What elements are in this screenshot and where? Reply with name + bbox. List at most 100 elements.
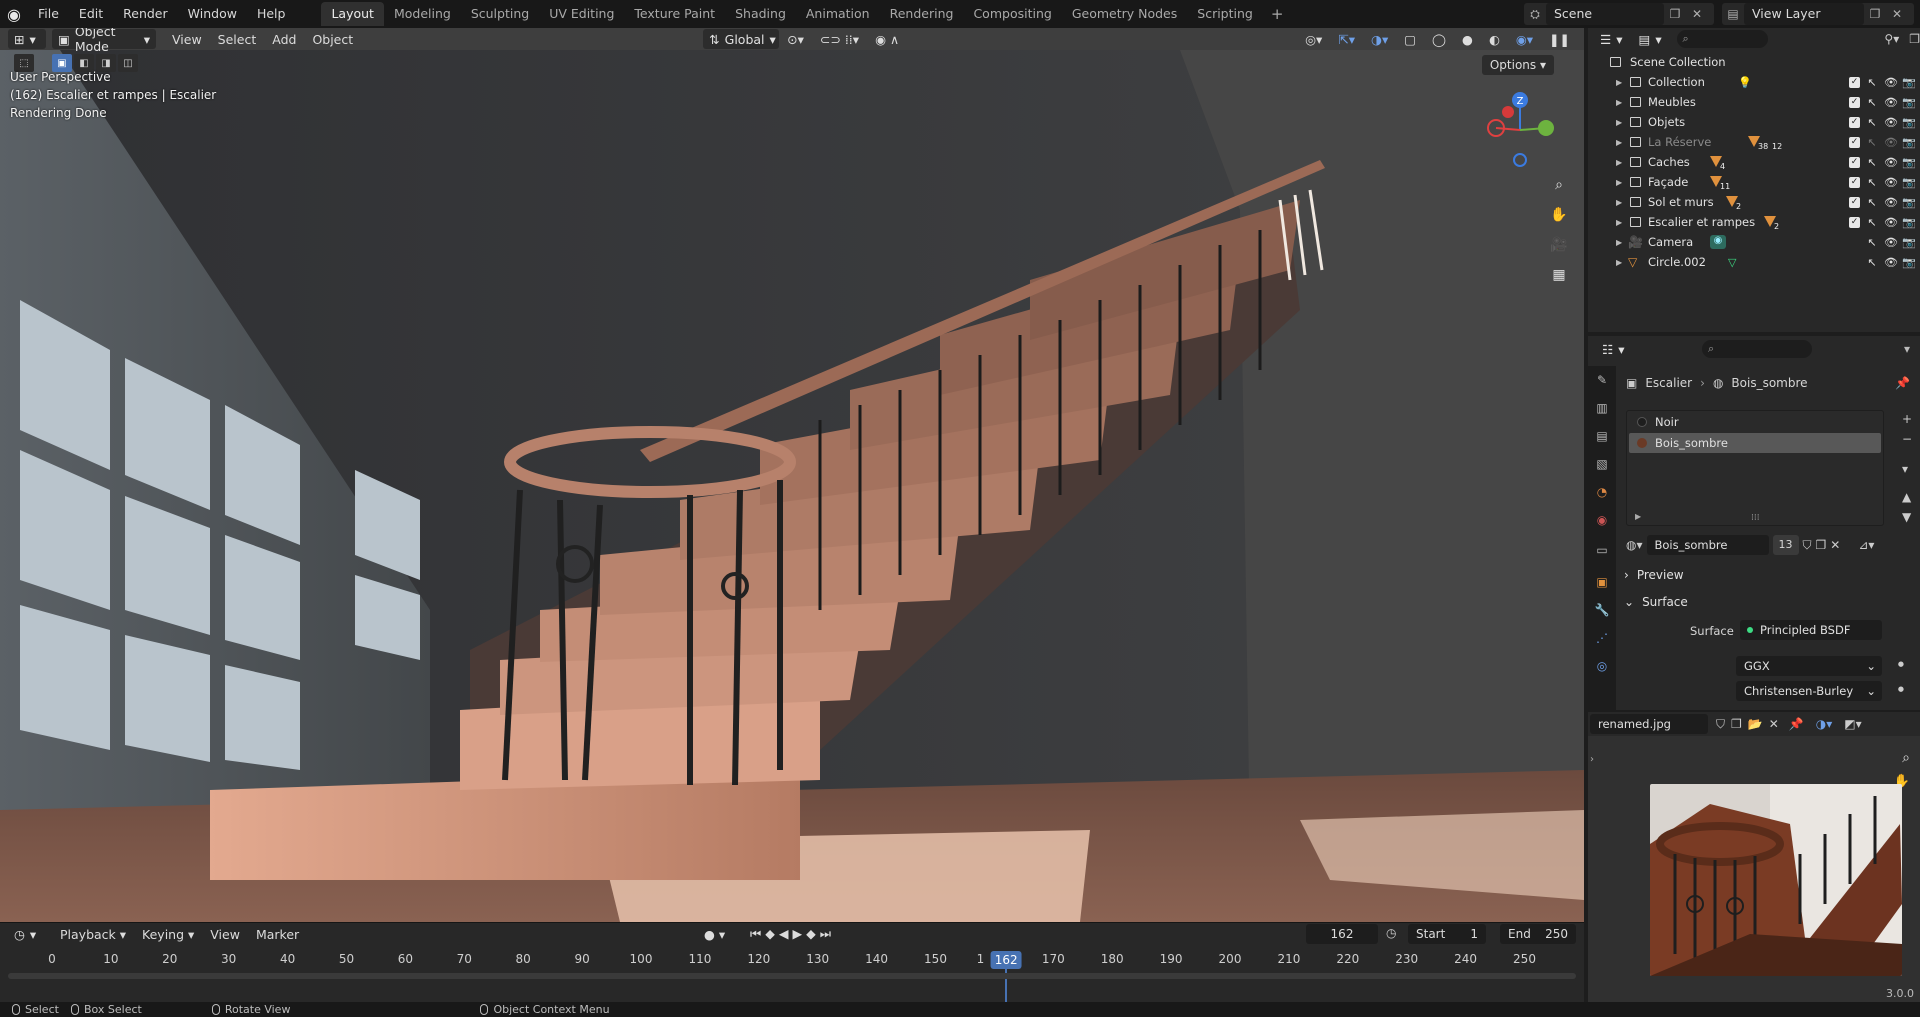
frame-ruler[interactable]: 0 10 20 30 40 50 60 70 80 90 100 110 120 130 140 150 1 17… (0, 949, 1584, 1009)
auto-keying-icon[interactable]: ● ▾ (696, 927, 733, 942)
exclude-checkbox[interactable]: ✓ (1849, 136, 1860, 148)
visibility-icon[interactable]: ◎▾ (1297, 32, 1330, 47)
3d-viewport[interactable]: ⊞ ▾ ▣ Object Mode ▾ View Select Add Objec… (0, 28, 1584, 922)
render-camera-icon[interactable]: 📷 (1902, 176, 1916, 189)
menu-edit[interactable]: Edit (69, 0, 113, 28)
selectable-icon[interactable]: ↖ (1866, 236, 1878, 249)
outliner-row-circle-002[interactable]: ▶ ▽ Circle.002 ▽ ↖ 👁 📷 (1588, 252, 1920, 272)
scene-name[interactable]: Scene (1546, 3, 1664, 25)
expand-arrow-icon[interactable]: ▶ (1616, 98, 1622, 107)
surface-shader-field[interactable]: Principled BSDF (1740, 620, 1882, 640)
outliner-editor-type-dropdown[interactable]: ☰ ▾ (1594, 29, 1629, 49)
preview-range-icon[interactable]: ◷ (1386, 926, 1396, 940)
exclude-checkbox[interactable]: ✓ (1849, 96, 1860, 108)
light-icon[interactable]: 💡 (1738, 76, 1752, 89)
duplicate-image-icon[interactable]: ❐ (1731, 717, 1742, 731)
expand-arrow-icon[interactable]: ▶ (1616, 178, 1622, 187)
exclude-checkbox[interactable]: ✓ (1849, 176, 1860, 188)
overlay-toggle-icon[interactable]: ◑▾ (1363, 32, 1396, 47)
pin-image-icon[interactable]: 📌 (1789, 717, 1804, 731)
frame-cursor[interactable]: 162 (990, 951, 1022, 969)
pan-hand-icon[interactable]: ✋ (1546, 202, 1572, 228)
outliner-row-camera[interactable]: ▶ 🎥 Camera ◉ ↖ 👁 📷 (1588, 232, 1920, 252)
add-workspace-icon[interactable]: + (1263, 5, 1292, 23)
proportional-edit-icon[interactable]: ◉ ∧ (867, 32, 907, 47)
expand-arrow-icon[interactable]: ▶ (1616, 238, 1622, 247)
move-slot-up-icon[interactable]: ▲ (1902, 490, 1912, 504)
unlink-image-icon[interactable]: ✕ (1769, 717, 1779, 731)
select-intersect-icon[interactable]: ◫ (118, 54, 138, 72)
scene-collection-row[interactable]: Scene Collection (1588, 52, 1920, 72)
material-name-field[interactable]: Bois_sombre (1646, 535, 1769, 555)
expand-arrow-icon[interactable]: ▶ (1616, 198, 1622, 207)
rendered-shading-icon[interactable]: ◉▾ (1508, 32, 1541, 47)
timeline-editor-type-dropdown[interactable]: ◷ ▾ (8, 924, 44, 944)
visibility-eye-icon[interactable]: 👁 (1884, 156, 1898, 169)
exclude-checkbox[interactable]: ✓ (1849, 76, 1860, 88)
gizmo-y-axis[interactable] (1538, 120, 1554, 136)
pin-icon[interactable]: 📌 (1895, 376, 1910, 390)
current-frame-field[interactable]: 162 (1306, 924, 1378, 944)
fake-user-icon[interactable]: ⛉ (1803, 538, 1812, 553)
expand-arrow-icon[interactable]: ▶ (1616, 118, 1622, 127)
snap-icon[interactable]: ⊂⊃ ⁞⁞▾ (812, 32, 867, 47)
camera-view-icon[interactable]: 🎥 (1546, 232, 1572, 258)
particles-tab-icon[interactable]: ⋰ (1592, 628, 1612, 648)
object-tab-icon[interactable]: ▣ (1592, 572, 1612, 592)
selectable-icon[interactable]: ↖ (1866, 136, 1878, 149)
render-camera-icon[interactable]: 📷 (1902, 136, 1916, 149)
zoom-icon[interactable]: ⌕ (1546, 172, 1572, 198)
view-layer-selector[interactable]: ▤ View Layer ❐ ✕ (1722, 3, 1914, 25)
header-chevron-icon[interactable]: ▾ (1904, 342, 1910, 356)
wireframe-shading-icon[interactable]: ◯ (1424, 32, 1454, 47)
expand-arrow-icon[interactable]: ▶ (1635, 512, 1641, 521)
modifier-tab-icon[interactable]: 🔧 (1592, 600, 1612, 620)
ortho-grid-icon[interactable]: ▦ (1546, 262, 1572, 288)
menu-view[interactable]: View (164, 32, 210, 47)
render-camera-icon[interactable]: 📷 (1902, 216, 1916, 229)
outliner-row-sol-et-murs[interactable]: ▶ Sol et murs 2 ✓ ↖ 👁 📷 (1588, 192, 1920, 212)
outliner-row-meubles[interactable]: ▶ Meubles ✓ ↖ 👁 📷 (1588, 92, 1920, 112)
menu-marker[interactable]: Marker (248, 927, 307, 942)
tab-compositing[interactable]: Compositing (963, 2, 1061, 26)
filter-icon[interactable]: ⚲▾ (1884, 32, 1899, 46)
menu-window[interactable]: Window (178, 0, 247, 28)
image-overlays-icon[interactable]: ◑▾ (1816, 717, 1833, 731)
visibility-eye-icon[interactable]: 👁 (1884, 116, 1898, 129)
expand-arrow-icon[interactable]: ▶ (1616, 78, 1622, 87)
menu-timeline-view[interactable]: View (202, 927, 248, 942)
render-camera-icon[interactable]: 📷 (1902, 96, 1916, 109)
mesh-data-icon[interactable]: ▽ (1728, 256, 1736, 269)
slot-specials-icon[interactable]: ▾ (1902, 462, 1912, 476)
menu-playback[interactable]: Playback ▾ (52, 927, 134, 942)
new-collection-icon[interactable]: ❐ (1909, 32, 1920, 46)
duplicate-material-icon[interactable]: ❐ (1816, 538, 1827, 552)
visibility-eye-icon[interactable]: 👁 (1884, 176, 1898, 189)
outliner-row-caches[interactable]: ▶ Caches 4 ✓ ↖ 👁 📷 (1588, 152, 1920, 172)
tab-shading[interactable]: Shading (725, 2, 796, 26)
outliner-row-collection[interactable]: ▶ Collection 💡 ✓ ↖ 👁 📷 (1588, 72, 1920, 92)
output-tab-icon[interactable]: ▤ (1592, 426, 1612, 446)
distribution-keyframe-icon[interactable]: ● (1898, 660, 1904, 668)
new-scene-icon[interactable]: ❐ (1664, 3, 1686, 25)
menu-render[interactable]: Render (113, 0, 178, 28)
expand-arrow-icon[interactable]: ▶ (1616, 218, 1622, 227)
expand-arrow-icon[interactable]: ▶ (1616, 158, 1622, 167)
expand-arrow-icon[interactable]: ▶ (1616, 138, 1622, 147)
tab-layout[interactable]: Layout (321, 2, 384, 26)
selectable-icon[interactable]: ↖ (1866, 216, 1878, 229)
preview-panel-header[interactable]: › Preview (1624, 568, 1684, 582)
start-frame-field[interactable]: Start 1 (1408, 924, 1486, 944)
tab-texture-paint[interactable]: Texture Paint (624, 2, 725, 26)
surface-panel-header[interactable]: ⌄ Surface (1624, 595, 1688, 609)
solid-shading-icon[interactable]: ● (1454, 32, 1481, 47)
resize-handle-icon[interactable]: ⁞⁞⁞ (1751, 513, 1760, 523)
exclude-checkbox[interactable]: ✓ (1849, 156, 1860, 168)
mode-dropdown[interactable]: ▣ Object Mode ▾ (52, 28, 156, 54)
new-view-layer-icon[interactable]: ❐ (1864, 3, 1886, 25)
exclude-checkbox[interactable]: ✓ (1849, 216, 1860, 228)
link-type-icon[interactable]: ⊿▾ (1858, 538, 1874, 552)
selectable-icon[interactable]: ↖ (1866, 76, 1878, 89)
world-tab-icon[interactable]: ◉ (1592, 510, 1612, 530)
menu-select[interactable]: Select (210, 32, 265, 47)
